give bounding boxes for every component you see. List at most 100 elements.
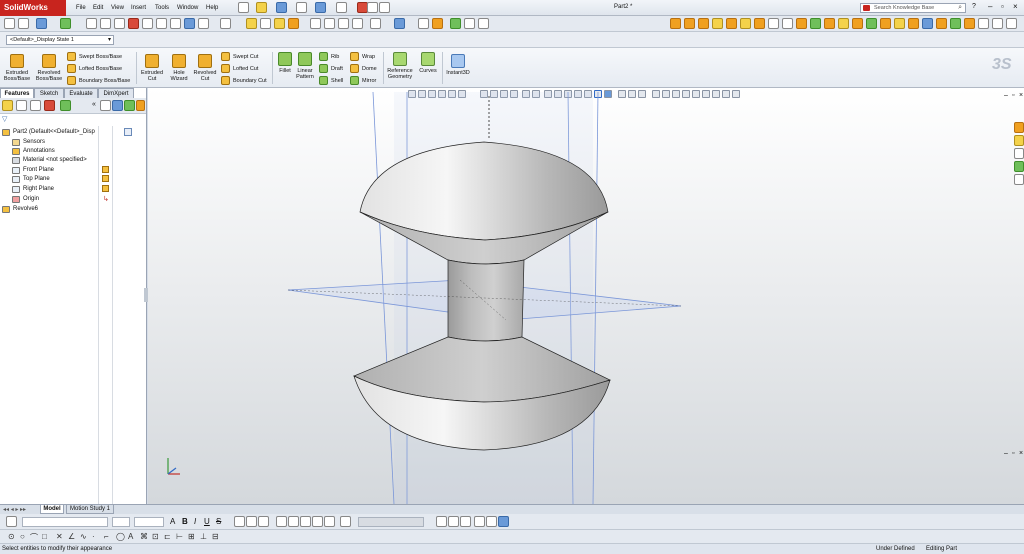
sketch-point-icon[interactable]: · — [92, 532, 95, 541]
edit-appearance-icon[interactable] — [450, 18, 461, 29]
tab-sketch[interactable]: Sketch — [34, 88, 64, 98]
extruded-boss-button[interactable]: Extruded Boss/Base — [2, 54, 32, 82]
sketch-fix-icon[interactable]: ⊟ — [212, 532, 219, 541]
rotate-icon[interactable] — [338, 18, 349, 29]
dimxpert-manager-icon[interactable] — [44, 100, 55, 111]
sketch-arc-icon[interactable]: ⌒ — [30, 532, 38, 543]
line-style-icon[interactable] — [300, 516, 311, 527]
macro-icon-6[interactable] — [740, 18, 751, 29]
macro-icon-25[interactable] — [1006, 18, 1017, 29]
line-tool-icon[interactable] — [86, 18, 97, 29]
menu-view[interactable]: View — [111, 5, 124, 11]
menu-insert[interactable]: Insert — [131, 5, 146, 11]
tab-evaluate[interactable]: Evaluate — [64, 88, 98, 98]
shaded-icon[interactable] — [432, 18, 443, 29]
revolved-cut-button[interactable]: Revolved Cut — [192, 54, 218, 82]
wrap-button[interactable]: Wrap — [350, 52, 375, 61]
close-button[interactable]: × — [1013, 2, 1018, 11]
color-display-icon[interactable] — [436, 516, 447, 527]
tree-item-sensors[interactable]: Sensors — [12, 138, 45, 146]
sketch-cross-icon[interactable]: ✕ — [56, 532, 63, 541]
linear-pattern-button[interactable]: Linear Pattern — [294, 52, 316, 80]
display-state-dropdown[interactable]: <Default>_Display State 1 ▾ — [6, 35, 114, 45]
ordinate-icon[interactable] — [498, 516, 509, 527]
offset-icon[interactable] — [220, 18, 231, 29]
layer-dropdown[interactable] — [358, 517, 424, 527]
menu-edit[interactable]: Edit — [93, 5, 103, 11]
italic-icon[interactable]: I — [194, 517, 196, 526]
appearance-icon[interactable] — [60, 18, 71, 29]
sketch-angle-icon[interactable]: ∠ — [68, 532, 75, 541]
display-style-icon[interactable] — [418, 18, 429, 29]
tab-dimxpert[interactable]: DimXpert — [98, 88, 134, 98]
sketch-line-icon[interactable]: ⊙ — [8, 532, 15, 541]
rib-button[interactable]: Rib — [319, 52, 339, 61]
sketch-spline-icon[interactable]: ∿ — [80, 532, 87, 541]
tree-checkbox[interactable] — [124, 128, 132, 136]
feature-tree-icon[interactable] — [2, 100, 13, 111]
tab-model[interactable]: Model — [40, 505, 64, 514]
plane-visibility-icon[interactable] — [102, 175, 109, 182]
selection-filter-icon[interactable] — [36, 18, 47, 29]
open-icon[interactable] — [256, 2, 267, 13]
model-view[interactable] — [148, 88, 1024, 504]
macro-icon-12[interactable] — [824, 18, 835, 29]
menu-tools[interactable]: Tools — [155, 5, 169, 11]
move-icon[interactable] — [246, 18, 257, 29]
fillet-button[interactable]: Fillet — [275, 52, 295, 74]
end-cap-icon[interactable] — [486, 516, 497, 527]
macro-icon-21[interactable] — [950, 18, 961, 29]
justify-icon[interactable] — [276, 516, 287, 527]
macro-icon-10[interactable] — [796, 18, 807, 29]
minimize-button[interactable]: – — [988, 2, 992, 11]
spacing-icon[interactable] — [288, 516, 299, 527]
strikethrough-icon[interactable]: S — [216, 517, 221, 526]
trim-icon[interactable] — [198, 18, 209, 29]
align-center-icon[interactable] — [246, 516, 257, 527]
origin-visibility-icon[interactable]: ↳ — [103, 195, 109, 203]
new-icon[interactable] — [238, 2, 249, 13]
font-size-dropdown[interactable] — [112, 517, 130, 527]
options-icon[interactable] — [379, 2, 390, 13]
section-view-icon[interactable] — [370, 18, 381, 29]
align-right-icon[interactable] — [258, 516, 269, 527]
sketch-rect-icon[interactable]: □ — [42, 532, 47, 541]
sketch-pattern-icon[interactable]: ⊞ — [188, 532, 195, 541]
align-left-icon[interactable] — [234, 516, 245, 527]
macro-icon-19[interactable] — [922, 18, 933, 29]
plane-visibility-icon[interactable] — [102, 166, 109, 173]
macro-icon-22[interactable] — [964, 18, 975, 29]
lofted-boss-button[interactable]: Lofted Boss/Base — [67, 64, 122, 73]
sketch-centerline-icon[interactable]: ⌐ — [104, 532, 109, 541]
save-icon[interactable] — [276, 2, 287, 13]
line-weight-field[interactable] — [134, 517, 164, 527]
macro-icon-8[interactable] — [768, 18, 779, 29]
macro-icon-3[interactable] — [698, 18, 709, 29]
line-font-icon[interactable] — [474, 516, 485, 527]
macro-icon-11[interactable] — [810, 18, 821, 29]
undo-icon[interactable] — [315, 2, 326, 13]
sketch-circle-icon[interactable]: ○ — [20, 532, 25, 541]
pan-icon[interactable] — [352, 18, 363, 29]
tree-item-top-plane[interactable]: Top Plane — [12, 175, 50, 183]
macro-icon-9[interactable] — [782, 18, 793, 29]
filter-icon[interactable]: ▽ — [2, 115, 7, 123]
text-style-icon[interactable] — [6, 516, 17, 527]
macro-icon-20[interactable] — [936, 18, 947, 29]
restore-button[interactable]: ▫ — [1001, 2, 1004, 11]
macro-icon-13[interactable] — [838, 18, 849, 29]
search-icon[interactable]: ⌕ — [958, 4, 962, 12]
pattern-icon[interactable] — [260, 18, 271, 29]
macro-icon-5[interactable] — [726, 18, 737, 29]
view-orientation-icon[interactable] — [394, 18, 405, 29]
sketch-trim-icon[interactable]: ⌘ — [140, 532, 148, 541]
sketch-offset-icon[interactable]: ⊏ — [164, 532, 171, 541]
relations-icon[interactable] — [274, 18, 285, 29]
macro-icon-24[interactable] — [992, 18, 1003, 29]
display-manager-icon[interactable] — [60, 100, 71, 111]
collapse-panel-icon[interactable]: « — [92, 101, 96, 108]
spline-tool-icon[interactable] — [142, 18, 153, 29]
macro-icon-23[interactable] — [978, 18, 989, 29]
tree-item-right-plane[interactable]: Right Plane — [12, 185, 54, 193]
menu-file[interactable]: File — [76, 5, 86, 11]
